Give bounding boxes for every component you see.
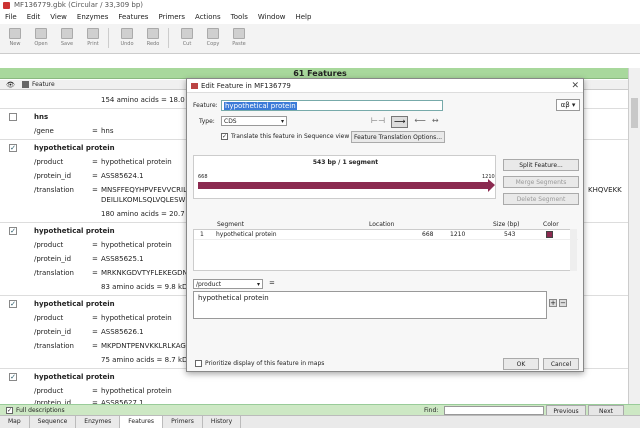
menu-actions[interactable]: Actions: [195, 11, 221, 23]
app-icon: [3, 2, 10, 9]
features-scrollbar[interactable]: [628, 68, 640, 404]
feature-checkbox[interactable]: ✓: [9, 144, 17, 152]
translate-checkbox[interactable]: ✓: [221, 133, 228, 140]
redo-button[interactable]: Redo: [142, 24, 164, 53]
tab-primers[interactable]: Primers: [163, 416, 203, 428]
paste-button[interactable]: Paste: [228, 24, 250, 53]
forward-arrow-icon[interactable]: ⟶: [390, 116, 409, 128]
menu-file[interactable]: File: [5, 11, 17, 23]
segment-color-swatch[interactable]: [546, 231, 553, 238]
reverse-arrow-icon[interactable]: ⟵: [414, 116, 425, 128]
menubar: File Edit View Enzymes Features Primers …: [0, 11, 640, 23]
window-titlebar: MF136779.gbk (Circular / 33,309 bp): [0, 0, 640, 11]
menu-edit[interactable]: Edit: [27, 11, 41, 23]
find-input[interactable]: [444, 406, 544, 415]
menu-help[interactable]: Help: [295, 11, 311, 23]
full-descriptions-checkbox[interactable]: ✓: [6, 407, 13, 414]
scrollbar-thumb[interactable]: [631, 98, 638, 128]
dialog-title: Edit Feature in MF136779: [201, 82, 291, 90]
copy-button[interactable]: Copy: [202, 24, 224, 53]
dialog-titlebar: Edit Feature in MF136779 ✕: [187, 79, 583, 93]
list-item: /protein_id = ASS85627.1: [34, 399, 144, 404]
feature-checkbox[interactable]: ✓: [9, 227, 17, 235]
new-icon: [9, 28, 21, 39]
type-select[interactable]: CDS: [221, 116, 287, 126]
open-icon: [35, 28, 47, 39]
menu-primers[interactable]: Primers: [158, 11, 185, 23]
qualifier-equals: =: [269, 279, 275, 287]
feature-checkbox[interactable]: ✓: [9, 373, 17, 381]
cancel-button[interactable]: Cancel: [543, 358, 579, 370]
edit-feature-dialog: Edit Feature in MF136779 ✕ Feature: hypo…: [186, 78, 584, 372]
translation-options-button[interactable]: Feature Translation Options...: [351, 131, 445, 143]
map-start-position: 668: [198, 174, 208, 180]
bidirectional-arrow-icon[interactable]: ↔: [432, 116, 439, 128]
save-icon: [61, 28, 73, 39]
cut-icon: [181, 28, 193, 39]
no-direction-icon[interactable]: ⊢⊣: [371, 116, 385, 128]
feature-map: 543 bp / 1 segment 668 1210: [193, 155, 496, 199]
qualifier-select[interactable]: /product: [193, 279, 263, 289]
tab-sequence[interactable]: Sequence: [30, 416, 77, 428]
type-label: Type:: [199, 118, 215, 125]
tab-map[interactable]: Map: [0, 416, 30, 428]
toolbar-divider: [168, 28, 172, 48]
undo-button[interactable]: Undo: [116, 24, 138, 53]
menu-features[interactable]: Features: [118, 11, 148, 23]
open-button[interactable]: Open: [30, 24, 52, 53]
save-button[interactable]: Save: [56, 24, 78, 53]
redo-icon: [147, 28, 159, 39]
feature-checkbox[interactable]: ✓: [9, 300, 17, 308]
feature-name-label: Feature:: [193, 102, 218, 109]
segment-table-header: Segment Location Size (bp) Color: [217, 221, 559, 228]
translate-label: Translate this feature in Sequence view: [231, 133, 350, 140]
split-feature-button[interactable]: Split Feature...: [503, 159, 579, 171]
menu-tools[interactable]: Tools: [231, 11, 248, 23]
cut-button[interactable]: Cut: [176, 24, 198, 53]
menu-enzymes[interactable]: Enzymes: [77, 11, 108, 23]
tab-history[interactable]: History: [203, 416, 242, 428]
toolbar-divider: [108, 28, 112, 48]
segment-size: 543: [504, 231, 516, 238]
feature-row[interactable]: ✓ hypothetical protein: [0, 370, 628, 384]
feature-checkbox[interactable]: [9, 113, 17, 121]
prioritize-checkbox[interactable]: [195, 360, 202, 367]
column-dropdown-icon[interactable]: [22, 81, 29, 88]
alphabet-dropdown[interactable]: αβ ▾: [556, 99, 580, 111]
paste-icon: [233, 28, 245, 39]
feature-column-label[interactable]: Feature: [32, 80, 55, 90]
segment-table: 1 hypothetical protein 668 1210 543: [193, 229, 578, 271]
tab-enzymes[interactable]: Enzymes: [76, 416, 121, 428]
direction-selector: ⊢⊣ ⟶ ⟵ ↔: [371, 116, 439, 128]
window-title: MF136779.gbk (Circular / 33,309 bp): [14, 1, 144, 9]
print-button[interactable]: Print: [82, 24, 104, 53]
delete-segment-button[interactable]: Delete Segment: [503, 193, 579, 205]
segment-scrollbar[interactable]: [570, 229, 577, 271]
view-tabs: Map Sequence Enzymes Features Primers Hi…: [0, 415, 640, 428]
add-qualifier-icon[interactable]: +: [549, 299, 557, 307]
dialog-app-icon: [191, 83, 198, 89]
copy-icon: [207, 28, 219, 39]
undo-icon: [121, 28, 133, 39]
print-icon: [87, 28, 99, 39]
prioritize-label: Prioritize display of this feature in ma…: [205, 360, 325, 367]
ok-button[interactable]: OK: [503, 358, 539, 370]
features-bottom-bar: ✓ Full descriptions Find: Previous Next: [0, 404, 640, 416]
table-row[interactable]: 1 hypothetical protein 668 1210 543: [194, 230, 578, 240]
visibility-eye-icon[interactable]: 👁: [6, 80, 15, 90]
new-button[interactable]: New: [4, 24, 26, 53]
menu-window[interactable]: Window: [258, 11, 286, 23]
feature-arrow[interactable]: [198, 179, 495, 192]
tab-features[interactable]: Features: [120, 416, 164, 428]
map-title: 543 bp / 1 segment: [312, 159, 379, 166]
menu-view[interactable]: View: [50, 11, 67, 23]
merge-segments-button[interactable]: Merge Segments: [503, 176, 579, 188]
toolbar: New Open Save Print Undo Redo Cut Copy P…: [0, 24, 640, 54]
remove-qualifier-icon[interactable]: −: [559, 299, 567, 307]
segment-end[interactable]: 1210: [450, 230, 465, 240]
feature-name-input[interactable]: hypothetical protein: [221, 100, 443, 111]
qualifier-value-input[interactable]: hypothetical protein: [193, 291, 547, 319]
segment-start[interactable]: 668: [422, 230, 433, 240]
close-icon[interactable]: ✕: [571, 79, 579, 93]
